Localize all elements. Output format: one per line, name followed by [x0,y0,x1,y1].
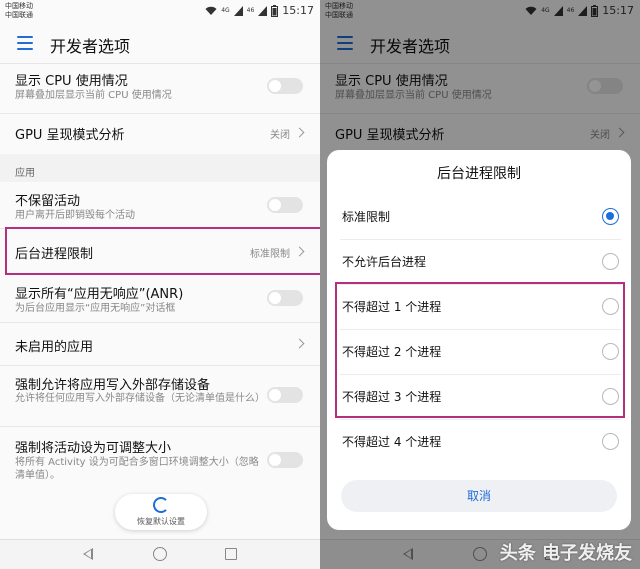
option-label: 不允许后台进程 [342,255,427,269]
highlight-frame [335,282,625,418]
setting-gpu-mode[interactable]: GPU 呈现模式分析 关闭 [0,114,320,154]
option-max-4[interactable]: 不得超过 4 个进程 [327,419,631,464]
setting-show-anr[interactable]: 显示所有“应用无响应”(ANR) 为后台应用显示“应用无响应”对话框 [0,278,320,322]
setting-title: 不保留活动 [15,194,81,209]
section-header: 应用 [0,154,320,182]
chevron-right-icon [294,127,305,138]
radio-icon[interactable] [602,253,619,270]
force-resizable-toggle[interactable] [267,452,303,468]
home-icon[interactable] [153,547,167,561]
network-type-4g: 4G [221,7,230,14]
option-label: 标准限制 [342,210,391,224]
restore-defaults-button[interactable]: 恢复默认设置 [115,494,207,530]
setting-subtitle: 屏幕叠加层显示当前 CPU 使用情况 [15,90,172,101]
carrier-line-1: 中国移动 [5,2,33,10]
chevron-right-icon [294,338,305,349]
option-no-background[interactable]: 不允许后台进程 [327,239,631,284]
section-label-apps: 应用 [15,168,35,179]
page-title: 开发者选项 [50,37,131,56]
dialog-title: 后台进程限制 [437,166,521,182]
setting-title: 显示所有“应用无响应”(ANR) [15,287,184,302]
force-external-toggle[interactable] [267,387,303,403]
setting-title: 未启用的应用 [15,340,94,355]
setting-title: 强制将活动设为可调整大小 [15,441,172,456]
watermark-text: 头条 电子发烧友 [499,543,632,564]
setting-title: 强制允许将应用写入外部存储设备 [15,378,211,393]
settings-screen: 中国移动 中国联通 4G 46 15:17 开发者选项 显示 CPU 使用情况 … [0,0,320,569]
anr-toggle[interactable] [267,290,303,306]
battery-icon [271,4,279,17]
option-label: 不得超过 4 个进程 [342,435,442,449]
setting-force-resizable[interactable]: 强制将活动设为可调整大小 将所有 Activity 设为可配合多窗口环境调整大小… [0,427,320,491]
recent-apps-icon[interactable] [225,548,237,560]
back-icon[interactable] [83,548,93,560]
cpu-usage-toggle[interactable] [267,78,303,94]
signal-icon-2 [258,5,268,16]
option-standard-limit[interactable]: 标准限制 [327,194,631,239]
wifi-icon [205,6,217,15]
setting-title: 显示 CPU 使用情况 [15,74,128,89]
status-icons: 4G 46 15:17 [205,4,314,17]
hamburger-menu-icon[interactable] [17,36,33,50]
setting-cpu-usage[interactable]: 显示 CPU 使用情况 屏幕叠加层显示当前 CPU 使用情况 [0,64,320,114]
dont-keep-toggle[interactable] [267,197,303,213]
navigation-bar [0,539,320,569]
setting-subtitle: 允许将任何应用写入外部存储设备（无论清单值是什么） [15,393,265,404]
cancel-button[interactable]: 取消 [341,480,617,512]
setting-force-external-storage[interactable]: 强制允许将应用写入外部存储设备 允许将任何应用写入外部存储设备（无论清单值是什么… [0,366,320,426]
setting-subtitle: 为后台应用显示“应用无响应”对话框 [15,303,176,314]
radio-icon[interactable] [602,433,619,450]
carrier-info: 中国移动 中国联通 [5,2,33,20]
restore-defaults-label: 恢复默认设置 [137,517,185,526]
setting-inactive-apps[interactable]: 未启用的应用 [0,323,320,365]
setting-value: 关闭 [270,130,290,141]
highlight-frame [5,227,320,275]
refresh-icon [153,497,169,513]
app-bar: 开发者选项 [0,24,320,64]
network-type-46: 46 [246,7,255,14]
radio-selected-icon[interactable] [602,208,619,225]
carrier-line-2: 中国联通 [5,11,33,19]
setting-dont-keep-activities[interactable]: 不保留活动 用户离开后即销毁每个活动 [0,184,320,228]
background-limit-dialog: 后台进程限制 标准限制 不允许后台进程 不得超过 1 个进程 不得超过 2 个进… [327,150,631,530]
setting-subtitle: 将所有 Activity 设为可配合多窗口环境调整大小（忽略清单值）。 [15,457,259,481]
status-time: 15:17 [282,4,314,17]
settings-screen-with-dialog: 中国移动 中国联通 4G 46 15:17 开发者选项 显示 CPU 使用情况 … [320,0,640,569]
setting-title: GPU 呈现模式分析 [15,128,125,143]
signal-icon-1 [233,5,243,16]
status-bar: 中国移动 中国联通 4G 46 15:17 [0,0,320,24]
setting-subtitle: 用户离开后即销毁每个活动 [15,210,135,221]
